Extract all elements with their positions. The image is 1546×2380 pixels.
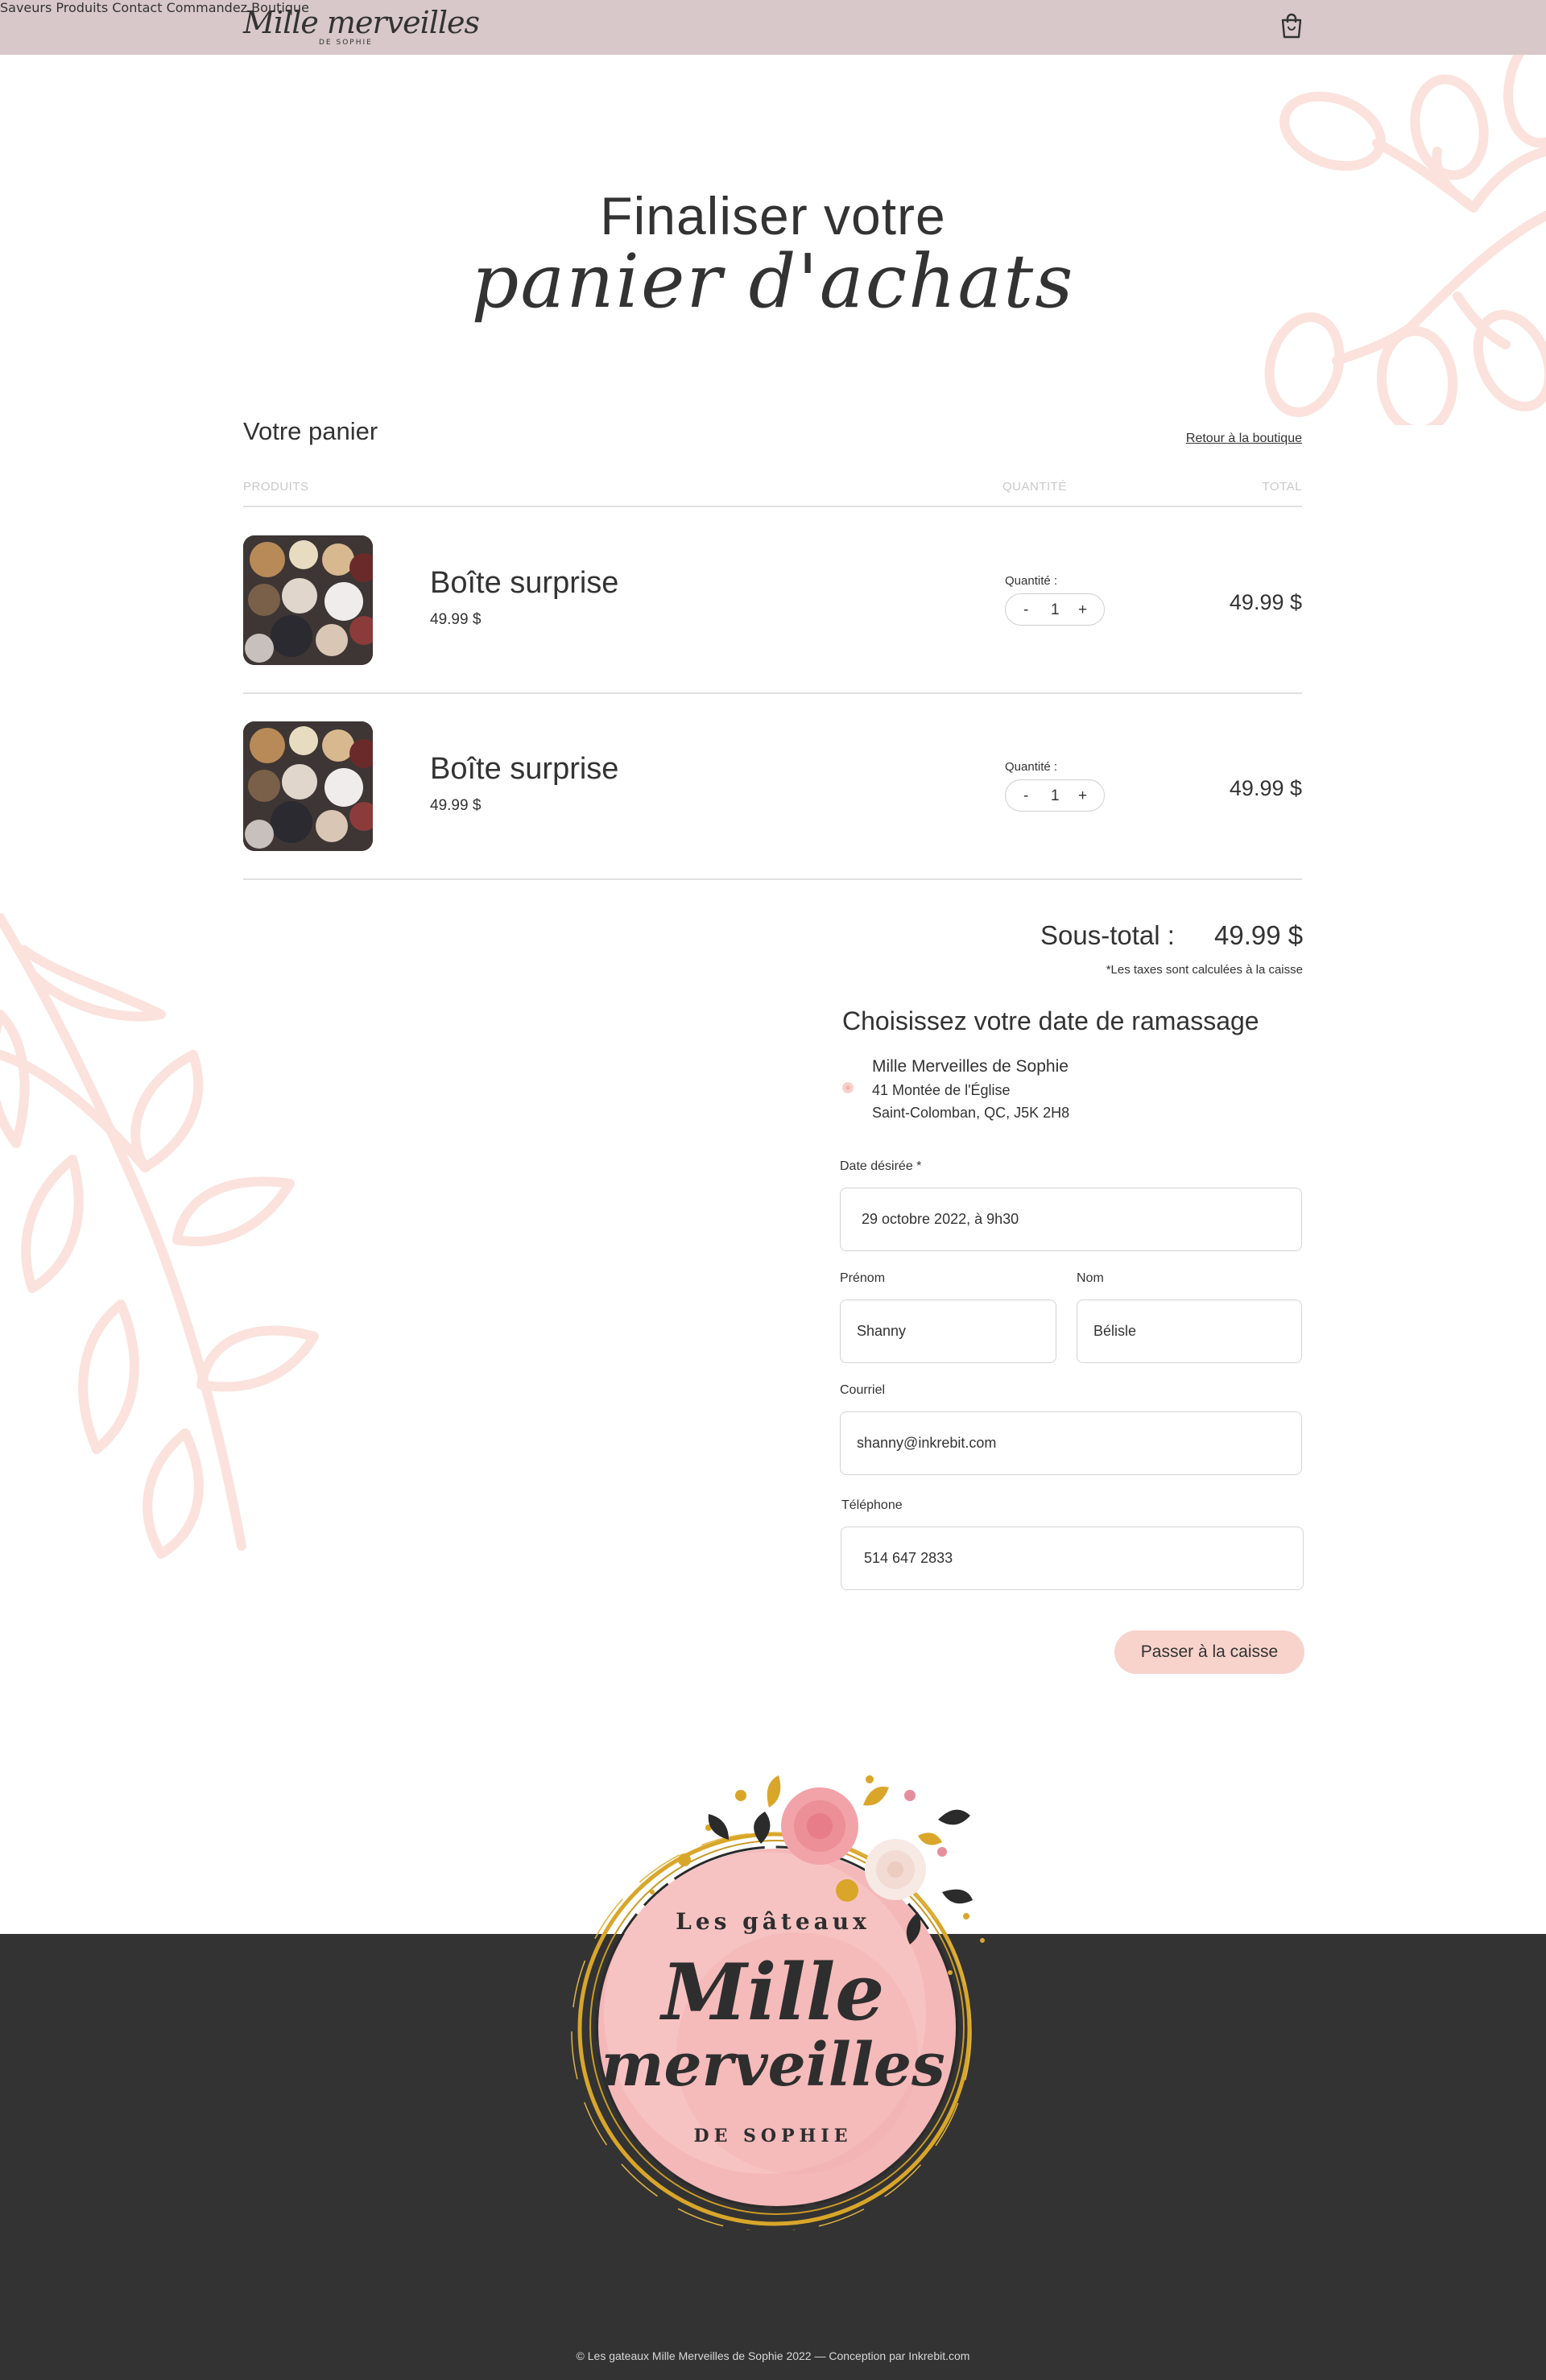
cart-heading: Votre panier	[243, 417, 378, 445]
nav-link-commandez[interactable]: Commandez	[167, 0, 247, 15]
email-label: Courriel	[840, 1383, 886, 1397]
checkout-button[interactable]: Passer à la caisse	[1114, 1630, 1304, 1674]
nav-link-contact[interactable]: Contact	[112, 0, 162, 15]
subtotal-value: 49.99 $	[1214, 920, 1304, 950]
back-to-shop-link[interactable]: Retour à la boutique	[1186, 432, 1302, 446]
tax-note: *Les taxes sont calculées à la caisse	[1106, 963, 1303, 977]
quantity-value[interactable]: 1	[1051, 787, 1060, 805]
quantity-stepper: - 1 +	[1005, 593, 1105, 626]
logo-script-text: Mille merveilles	[243, 5, 480, 40]
badge-text-line2: Mille	[661, 1947, 885, 2038]
divider	[243, 878, 1302, 880]
pickup-location-name: Mille Merveilles de Sophie	[872, 1057, 1069, 1076]
divider	[243, 692, 1302, 694]
product-price: 49.99 $	[430, 611, 482, 628]
column-header-total: TOTAL	[1262, 480, 1302, 494]
date-field[interactable]: 29 octobre 2022, à 9h30	[840, 1188, 1302, 1251]
quantity-label: Quantité :	[1005, 574, 1058, 588]
phone-label: Téléphone	[841, 1498, 903, 1512]
date-label: Date désirée *	[840, 1159, 922, 1173]
product-name[interactable]: Boîte surprise	[430, 752, 618, 787]
column-header-quantity: QUANTITÉ	[1002, 480, 1067, 494]
first-name-label: Prénom	[840, 1271, 886, 1285]
pickup-location-address2: Saint-Colomban, QC, J5K 2H8	[872, 1105, 1070, 1121]
phone-field[interactable]: 514 647 2833	[841, 1527, 1304, 1590]
badge-text-line1: Les gâteaux	[676, 1908, 870, 1935]
email-field[interactable]: shanny@inkrebit.com	[840, 1411, 1302, 1475]
page-title-line2-script: panier d'achats	[471, 238, 1075, 324]
cart-item: Boîte surprise 49.99 $ Quantité : - 1 + …	[243, 535, 1302, 688]
product-price: 49.99 $	[430, 797, 482, 814]
nav-link-saveurs[interactable]: Saveurs	[0, 0, 52, 15]
column-header-products: PRODUITS	[243, 480, 309, 494]
logo[interactable]: Mille merveilles DE SOPHIE	[243, 5, 480, 50]
product-thumbnail[interactable]	[243, 721, 373, 851]
pickup-location-radio[interactable]	[842, 1082, 854, 1093]
item-total: 49.99 $	[1229, 776, 1302, 800]
badge-text-line4: DE SOPHIE	[693, 2126, 853, 2147]
quantity-stepper: - 1 +	[1005, 779, 1105, 812]
subtotal-label: Sous-total :	[1040, 920, 1175, 950]
item-total: 49.99 $	[1229, 590, 1302, 614]
site-header: Mille merveilles DE SOPHIE Saveurs Produ…	[0, 0, 1546, 55]
cart-item: Boîte surprise 49.99 $ Quantité : - 1 + …	[243, 721, 1302, 874]
increment-button[interactable]: +	[1078, 601, 1087, 619]
product-name[interactable]: Boîte surprise	[430, 566, 618, 601]
quantity-value[interactable]: 1	[1051, 601, 1060, 619]
last-name-label: Nom	[1077, 1271, 1104, 1285]
pickup-location-address1: 41 Montée de l'Église	[872, 1082, 1011, 1098]
pickup-section-title: Choisissez votre date de ramassage	[842, 1006, 1259, 1035]
decrement-button[interactable]: -	[1023, 787, 1028, 805]
quantity-label: Quantité :	[1005, 760, 1058, 774]
increment-button[interactable]: +	[1078, 787, 1087, 805]
badge-text-line3: merveilles	[601, 2031, 945, 2100]
nav-link-produits[interactable]: Produits	[56, 0, 108, 15]
leaf-branch-decoration-left	[0, 913, 319, 1559]
logo-subtitle: DE SOPHIE	[319, 39, 373, 47]
shopping-bag-icon[interactable]	[1279, 13, 1304, 39]
brand-badge-logo: Les gâteaux Mille merveilles DE SOPHIE	[564, 1731, 1063, 2233]
decrement-button[interactable]: -	[1023, 601, 1028, 619]
last-name-field[interactable]: Bélisle	[1077, 1299, 1302, 1363]
footer-copyright: © Les gateaux Mille Merveilles de Sophie…	[576, 2349, 970, 2362]
product-thumbnail[interactable]	[243, 535, 373, 665]
divider	[243, 506, 1302, 507]
page-title-line1: Finaliser votre	[600, 186, 946, 246]
first-name-field[interactable]: Shanny	[840, 1299, 1056, 1363]
